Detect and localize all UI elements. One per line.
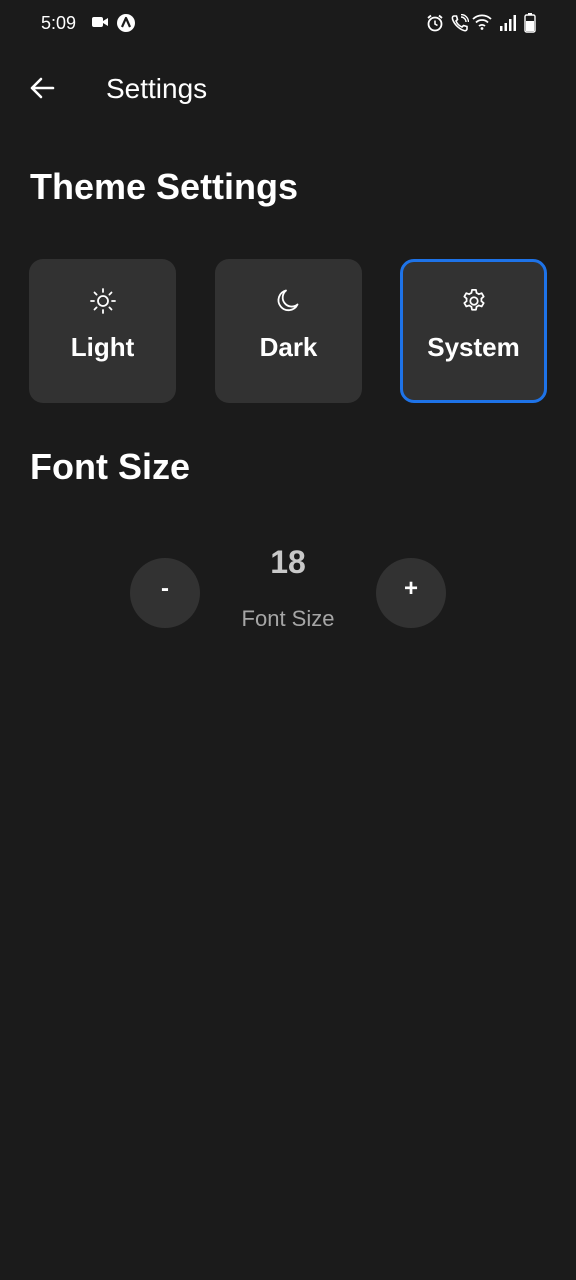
battery-icon	[524, 13, 536, 33]
status-time: 5:09	[41, 13, 77, 33]
arrow-left-icon	[28, 74, 56, 107]
wifi-call-icon	[451, 14, 469, 32]
moon-icon	[274, 286, 304, 316]
font-size-heading: Font Size	[30, 446, 190, 487]
signal-icon	[499, 14, 517, 32]
theme-option-dark[interactable]: Dark	[215, 259, 362, 403]
video-camera-icon	[92, 16, 108, 28]
theme-option-label: Dark	[259, 332, 318, 362]
sun-icon	[88, 286, 118, 316]
font-size-caption: Font Size	[241, 606, 335, 631]
theme-option-light[interactable]: Light	[29, 259, 176, 403]
app-bar: Settings	[0, 60, 576, 120]
increase-font-label: +	[403, 575, 418, 602]
theme-option-label: System	[427, 332, 520, 362]
decrease-font-label: -	[161, 575, 169, 602]
font-size-value: 18	[270, 544, 306, 580]
decrease-font-button[interactable]: -	[130, 558, 200, 628]
theme-option-label: Light	[70, 332, 135, 362]
status-bar: 5:09	[0, 0, 576, 48]
gear-icon	[459, 286, 489, 316]
wifi-icon	[472, 14, 492, 30]
increase-font-button[interactable]: +	[376, 558, 446, 628]
theme-option-system[interactable]: System	[400, 259, 547, 403]
theme-settings-heading: Theme Settings	[30, 166, 299, 207]
app-notification-icon	[116, 13, 136, 33]
page-title: Settings	[106, 73, 208, 104]
back-button[interactable]	[22, 70, 62, 110]
alarm-icon	[426, 14, 444, 32]
